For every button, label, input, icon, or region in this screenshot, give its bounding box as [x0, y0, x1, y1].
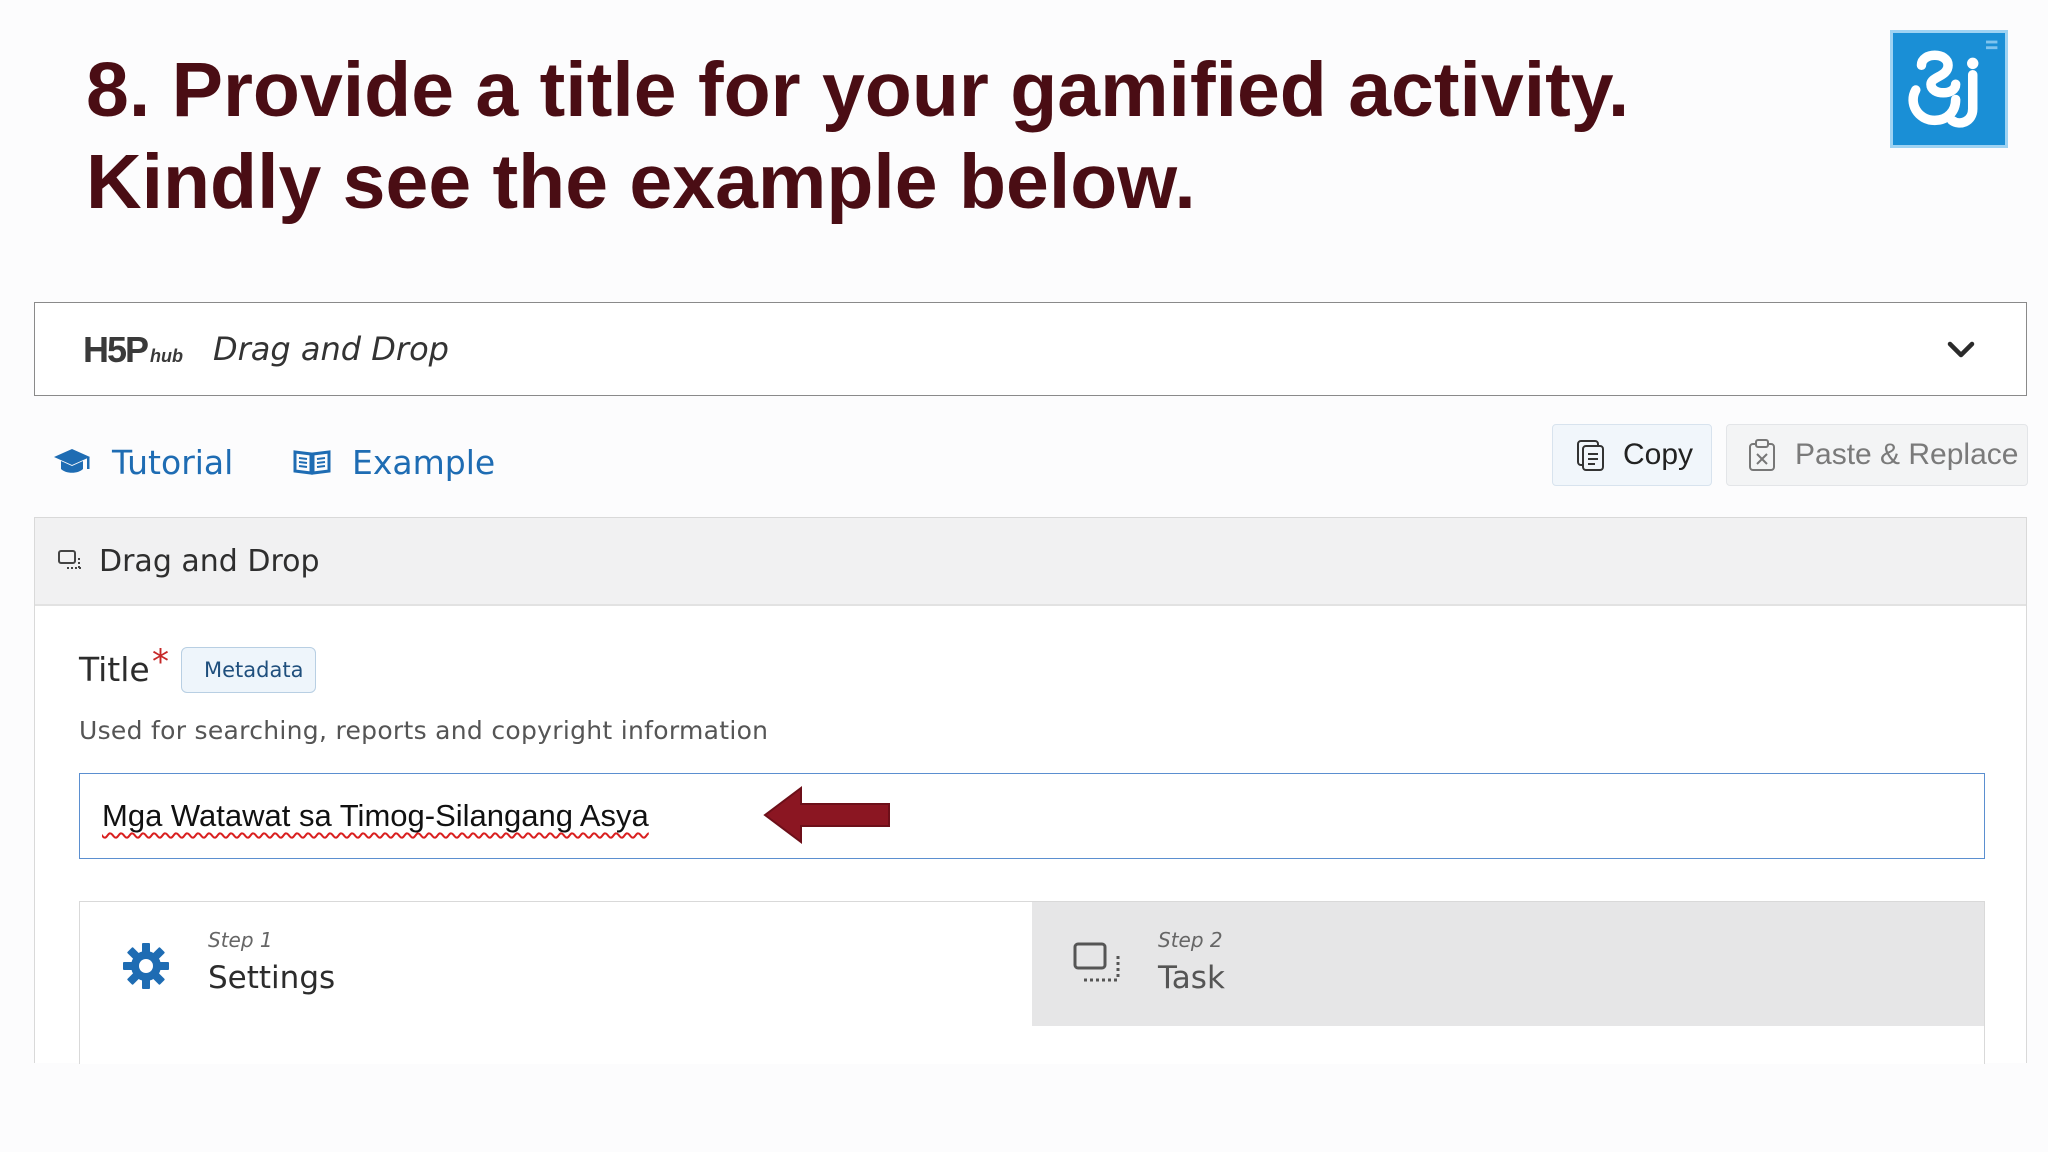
step-1-kicker: Step 1 [208, 928, 273, 952]
tutorial-link[interactable]: Tutorial [52, 440, 233, 484]
school-logo-icon [1890, 30, 2008, 148]
paste-replace-button[interactable]: Paste & Replace [1726, 424, 2028, 486]
title-field-label: Title [79, 650, 150, 689]
metadata-button[interactable]: Metadata [181, 647, 317, 693]
slide-canvas: 8. Provide a title for your gamified act… [0, 0, 2048, 1152]
step-2-name: Task [1158, 960, 1225, 996]
panel-header[interactable]: Drag and Drop [35, 518, 2026, 606]
copy-button[interactable]: Copy [1552, 424, 1712, 486]
graduation-cap-icon [54, 449, 90, 473]
required-indicator: * [152, 642, 169, 682]
hub-content-type-selector[interactable]: H5P hub Drag and Drop [34, 302, 2027, 396]
step-2-kicker: Step 2 [1158, 928, 1223, 952]
drag-drop-icon [1073, 942, 1120, 982]
tutorial-label: Tutorial [112, 442, 234, 482]
drag-drop-icon [58, 550, 83, 569]
paste-replace-label: Paste & Replace [1795, 438, 2019, 471]
step-settings[interactable]: Step 1 Settings [80, 902, 1032, 1026]
open-book-icon [293, 450, 331, 475]
step-task[interactable]: Step 2 Task [1032, 902, 1984, 1026]
step-navigation: Step 1 Settings Step 2 Task [79, 901, 1985, 1064]
title-field-description: Used for searching, reports and copyrigh… [79, 716, 769, 745]
h5p-logo-text: H5P [83, 329, 149, 370]
gear-icon [123, 943, 169, 989]
chevron-down-icon[interactable] [1944, 333, 1978, 367]
step-1-name: Settings [208, 960, 336, 996]
pointer-arrow-icon [763, 786, 890, 844]
title-input-value: Mga Watawat sa Timog-Silangang Asya [102, 798, 649, 833]
example-label: Example [352, 442, 496, 482]
title-input[interactable]: Mga Watawat sa Timog-Silangang Asya [79, 773, 1985, 859]
copy-icon [1577, 440, 1604, 471]
slide-title: 8. Provide a title for your gamified act… [86, 47, 1630, 225]
h5p-hub-logo: H5P hub [83, 329, 183, 371]
copy-label: Copy [1623, 438, 1694, 471]
example-link[interactable]: Example [292, 440, 495, 484]
clipboard-replace-icon [1749, 439, 1775, 471]
h5p-logo-sub: hub [150, 346, 184, 366]
logo-graphic [1908, 40, 1998, 128]
hub-content-type-title: Drag and Drop [213, 330, 449, 368]
editor-panel: Drag and Drop Title * Metadata Used for … [34, 517, 2027, 1064]
panel-title: Drag and Drop [99, 543, 320, 579]
